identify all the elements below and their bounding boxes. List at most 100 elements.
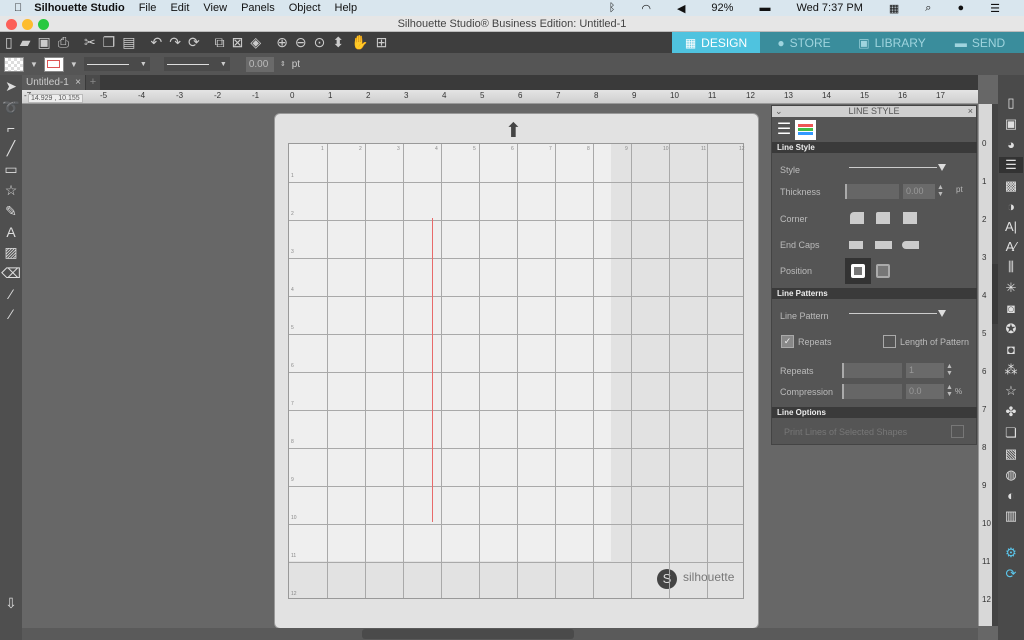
- tab-store[interactable]: ● STORE: [760, 32, 848, 53]
- sketch-star-icon[interactable]: ☆: [1005, 383, 1017, 399]
- map-icon[interactable]: ▥: [1005, 508, 1017, 524]
- fill-pattern-icon[interactable]: ▩: [1005, 178, 1017, 194]
- apple-icon[interactable]: : [14, 2, 22, 14]
- endcap-flat-icon[interactable]: [849, 241, 863, 249]
- ungroup-icon[interactable]: ⊠: [232, 34, 244, 51]
- group-icon[interactable]: ⧉: [215, 34, 225, 51]
- style-preview[interactable]: [849, 167, 937, 168]
- text-style-icon[interactable]: A|: [1005, 219, 1017, 234]
- corner-round-icon[interactable]: [850, 212, 864, 224]
- zoom-window-button[interactable]: [38, 19, 49, 30]
- tab-untitled-1[interactable]: Untitled-1 ×: [22, 75, 85, 90]
- print-lines-checkbox[interactable]: [951, 425, 964, 438]
- battery-percent[interactable]: 92%: [711, 2, 733, 14]
- minimize-window-button[interactable]: [22, 19, 33, 30]
- fit-page-icon[interactable]: ⬍: [332, 34, 344, 51]
- edit-points-icon[interactable]: ➰: [2, 99, 19, 116]
- fit-to-window-icon[interactable]: ⊞: [376, 34, 388, 51]
- open-icon[interactable]: ▰: [20, 34, 31, 51]
- pixscan-icon[interactable]: ▣: [1005, 116, 1017, 132]
- add-tab-button[interactable]: +: [86, 75, 100, 90]
- transparency-icon[interactable]: ◑: [1007, 199, 1015, 214]
- menu-file[interactable]: File: [139, 2, 157, 14]
- menu-help[interactable]: Help: [335, 2, 358, 14]
- pencil-icon[interactable]: ✎: [5, 203, 17, 220]
- new-icon[interactable]: ▯: [5, 34, 13, 51]
- corner-bevel-icon[interactable]: [876, 212, 890, 224]
- style-dropdown-icon[interactable]: [938, 164, 946, 171]
- bluetooth-icon[interactable]: ᛒ: [609, 2, 616, 14]
- line-tool-icon[interactable]: ╱: [7, 140, 15, 157]
- rectangle-tool-icon[interactable]: ▭: [4, 161, 17, 178]
- text-tool-icon[interactable]: A: [6, 224, 15, 240]
- page-setup-icon[interactable]: ▯: [1007, 95, 1014, 111]
- line-pattern-dropdown-icon[interactable]: [938, 310, 946, 317]
- palette-icon[interactable]: ◕: [1007, 137, 1015, 152]
- zoom-select-icon[interactable]: ⊙: [314, 34, 326, 51]
- menu-view[interactable]: View: [203, 2, 227, 14]
- select-arrow-icon[interactable]: ➤: [5, 78, 17, 95]
- repeats-field[interactable]: 1: [906, 363, 944, 378]
- list-icon[interactable]: ☰: [990, 2, 1000, 15]
- modify-icon[interactable]: ◙: [1007, 301, 1015, 316]
- wifi-icon[interactable]: ◠: [641, 2, 651, 15]
- knife-icon[interactable]: ⌐: [7, 120, 15, 136]
- save-icon[interactable]: ▣: [38, 34, 51, 51]
- repeats-stepper[interactable]: ▲ ▼: [946, 363, 953, 377]
- collapse-icon[interactable]: ⌄: [775, 106, 783, 117]
- text-to-path-icon[interactable]: A∕: [1006, 239, 1017, 254]
- download-icon[interactable]: ⇩: [5, 595, 17, 612]
- line-style-icon[interactable]: ☰: [999, 157, 1023, 173]
- polygon-star-icon[interactable]: ☆: [5, 182, 18, 199]
- print-icon[interactable]: ⎙: [58, 34, 69, 51]
- thickness-input[interactable]: 0.00: [245, 56, 274, 72]
- chevron-down-icon[interactable]: ▼: [30, 60, 38, 69]
- menu-panels[interactable]: Panels: [241, 2, 275, 14]
- thickness-field[interactable]: 0.00: [903, 184, 935, 199]
- close-tab-icon[interactable]: ×: [75, 75, 81, 90]
- thickness-stepper[interactable]: ▲ ▼: [937, 184, 944, 198]
- repeats-checkbox[interactable]: ✓: [781, 335, 794, 348]
- thickness-slider[interactable]: [845, 184, 899, 199]
- copy-icon[interactable]: ❐: [103, 34, 116, 51]
- eyedropper-alt-icon[interactable]: ⁄: [10, 306, 12, 322]
- repeats-slider[interactable]: [842, 363, 902, 378]
- endcap-round-icon[interactable]: [902, 241, 919, 249]
- redo-icon[interactable]: ↷: [169, 34, 181, 51]
- warp-icon[interactable]: ◐: [1007, 488, 1015, 503]
- compression-slider[interactable]: [842, 384, 902, 399]
- cut-line[interactable]: [432, 218, 433, 522]
- pan-hand-icon[interactable]: ✋: [351, 34, 368, 51]
- cut-icon[interactable]: ✂: [84, 34, 96, 51]
- position-outside-button[interactable]: [876, 264, 890, 278]
- search-icon[interactable]: ⌕: [925, 2, 931, 15]
- offset-star-icon[interactable]: ✪: [1006, 321, 1017, 337]
- length-of-pattern-checkbox[interactable]: [883, 335, 896, 348]
- endcap-square-icon[interactable]: [875, 241, 892, 249]
- zoom-in-icon[interactable]: ⊕: [276, 34, 288, 51]
- undo-icon[interactable]: ↶: [150, 34, 162, 51]
- fill-icon[interactable]: ▨: [4, 244, 17, 261]
- corner-miter-icon[interactable]: [903, 212, 917, 224]
- line-pattern-select[interactable]: ▼: [163, 57, 230, 71]
- line-style-tab-icon[interactable]: ☰: [774, 120, 794, 140]
- position-center-button[interactable]: [845, 258, 871, 284]
- puzzle-icon[interactable]: ✤: [1006, 404, 1017, 420]
- close-panel-icon[interactable]: ×: [968, 106, 973, 117]
- chevron-down-icon[interactable]: ▼: [70, 60, 78, 69]
- eraser-icon[interactable]: ⌫: [1, 265, 21, 282]
- compression-stepper[interactable]: ▲ ▼: [946, 384, 953, 398]
- fill-color-swatch[interactable]: [4, 56, 24, 72]
- align-icon[interactable]: ⫼: [1008, 259, 1014, 275]
- replicate-icon[interactable]: ❏: [1005, 425, 1017, 441]
- eyedropper-icon[interactable]: ⁄: [10, 286, 12, 302]
- zoom-out-icon[interactable]: ⊖: [295, 34, 307, 51]
- panel-header[interactable]: ⌄ LINE STYLE ×: [772, 106, 976, 117]
- menu-edit[interactable]: Edit: [170, 2, 189, 14]
- compression-field[interactable]: 0.0: [906, 384, 944, 399]
- globe-icon[interactable]: ◍: [1005, 467, 1016, 483]
- line-style-select[interactable]: ▼: [83, 57, 150, 71]
- volume-icon[interactable]: ◀: [677, 2, 685, 15]
- hatch-icon[interactable]: ▧: [1005, 446, 1017, 462]
- line-color-tab-icon[interactable]: [795, 120, 816, 140]
